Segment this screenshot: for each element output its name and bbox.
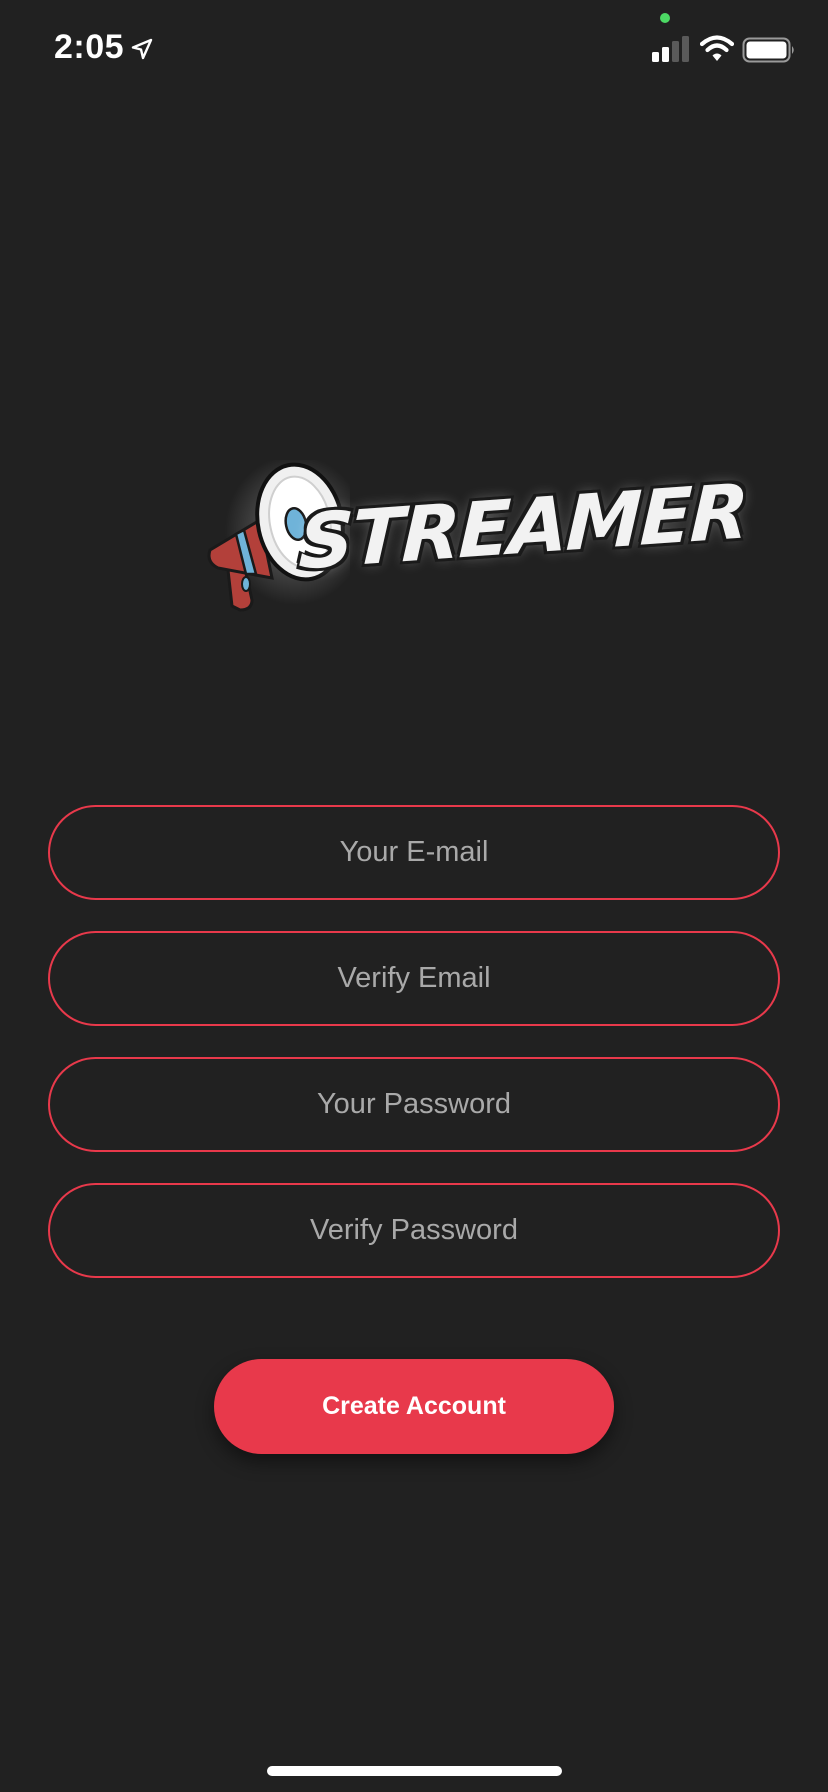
status-time: 2:05 <box>54 28 125 66</box>
cellular-signal-icon <box>652 36 689 62</box>
status-bar: 2:05 <box>0 0 828 100</box>
verify-email-field[interactable] <box>48 931 780 1026</box>
wifi-icon <box>700 35 734 61</box>
create-account-button[interactable]: Create Account <box>214 1359 614 1454</box>
verify-password-field[interactable] <box>48 1183 780 1278</box>
email-field[interactable] <box>48 805 780 900</box>
password-field[interactable] <box>48 1057 780 1152</box>
home-indicator[interactable] <box>267 1766 562 1776</box>
location-arrow-icon <box>131 38 153 60</box>
app-logo: STREAMER <box>200 460 749 630</box>
camera-in-use-indicator <box>660 13 670 23</box>
logo-wordmark: STREAMER <box>297 466 749 587</box>
battery-icon <box>742 37 794 63</box>
signup-form <box>48 805 780 1309</box>
